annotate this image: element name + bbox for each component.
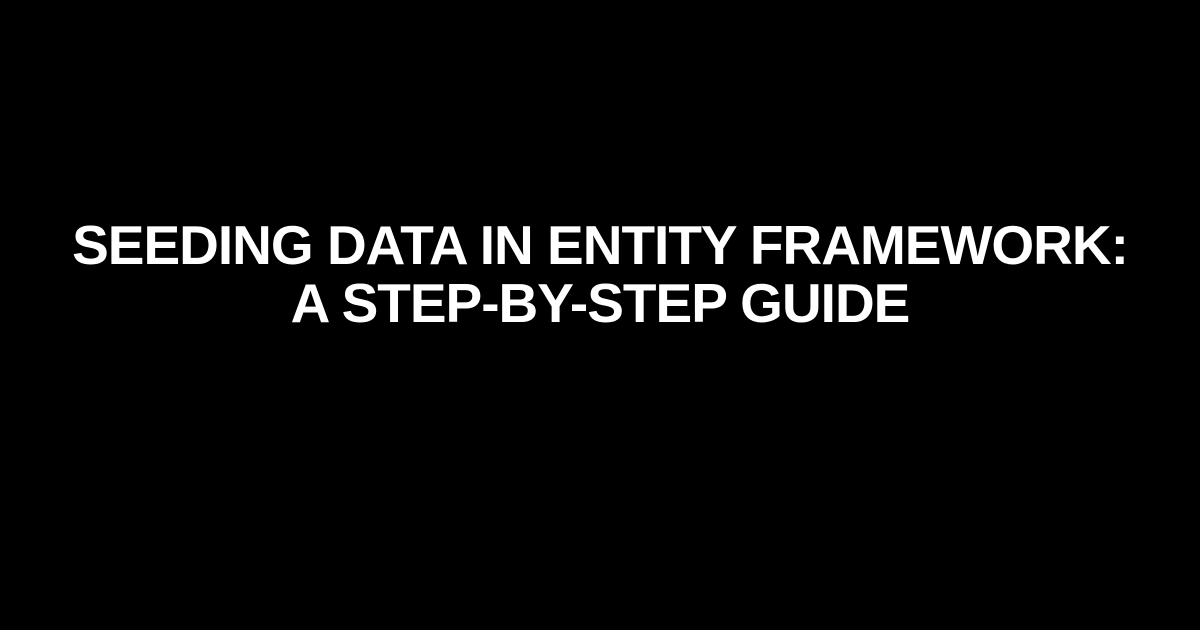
page-title: Seeding Data in Entity Framework: A Step… [60,217,1140,333]
title-container: Seeding Data in Entity Framework: A Step… [0,217,1200,333]
